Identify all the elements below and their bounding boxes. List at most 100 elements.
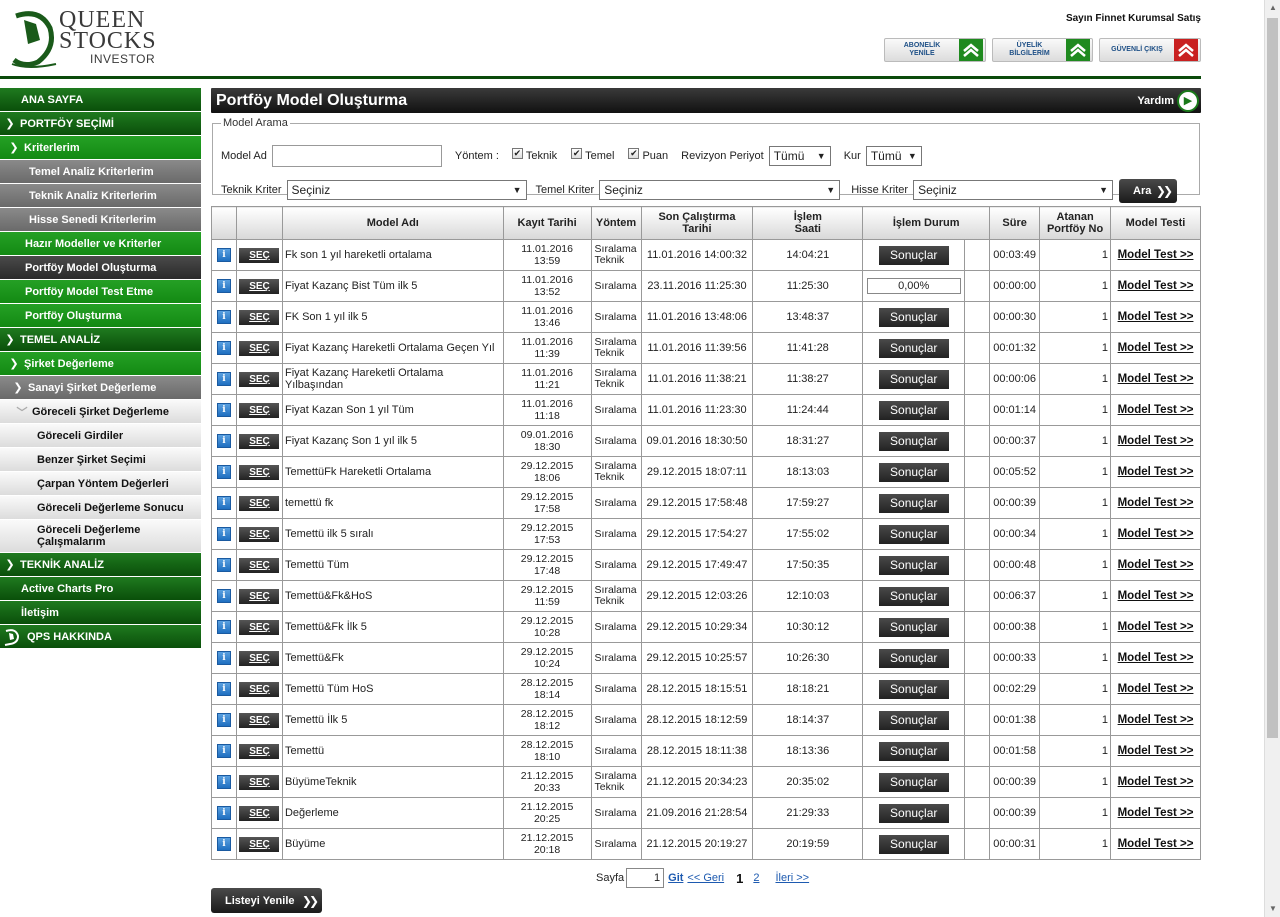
select-button[interactable]: SEÇ xyxy=(239,619,280,635)
sidebar-item-industrial-valuation[interactable]: ❯ Sanayi Şirket Değerleme xyxy=(0,376,201,399)
results-button[interactable]: Sonuçlar xyxy=(878,338,949,358)
model-test-link[interactable]: Model Test >> xyxy=(1118,652,1194,664)
results-button[interactable]: Sonuçlar xyxy=(878,772,949,792)
select-button[interactable]: SEÇ xyxy=(239,836,280,852)
info-icon[interactable]: i xyxy=(216,682,231,696)
membership-info-button[interactable]: ÜYELİK BİLGİLERİM xyxy=(992,38,1093,62)
model-test-link[interactable]: Model Test >> xyxy=(1118,776,1194,788)
model-name-input[interactable] xyxy=(271,145,442,167)
model-test-link[interactable]: Model Test >> xyxy=(1118,249,1194,261)
logo[interactable]: QUEEN STOCKS INVESTOR xyxy=(10,8,170,68)
results-button[interactable]: Sonuçlar xyxy=(878,586,949,606)
col-process-status[interactable]: İşlem Durum xyxy=(862,206,991,240)
results-button[interactable]: Sonuçlar xyxy=(878,400,949,420)
model-test-link[interactable]: Model Test >> xyxy=(1118,528,1194,540)
info-icon[interactable]: i xyxy=(216,372,231,386)
score-checkbox[interactable]: ✔ xyxy=(628,147,640,159)
sidebar-item-multiplier-values[interactable]: Çarpan Yöntem Değerleri xyxy=(0,472,201,495)
results-button[interactable]: Sonuçlar xyxy=(878,710,949,730)
select-button[interactable]: SEÇ xyxy=(239,712,280,728)
info-icon[interactable]: i xyxy=(216,744,231,758)
info-icon[interactable]: i xyxy=(216,775,231,789)
sidebar-item-relative-valuation[interactable]: ﹀ Göreceli Şirket Değerleme xyxy=(0,400,201,423)
sidebar-item-relative-result[interactable]: Göreceli Değerleme Sonucu xyxy=(0,496,201,519)
model-test-link[interactable]: Model Test >> xyxy=(1118,621,1194,633)
col-model-test[interactable]: Model Testi xyxy=(1110,206,1201,240)
previous-page-link[interactable]: << Geri xyxy=(687,872,724,884)
model-test-link[interactable]: Model Test >> xyxy=(1118,683,1194,695)
info-icon[interactable]: i xyxy=(216,279,231,293)
info-icon[interactable]: i xyxy=(216,620,231,634)
select-button[interactable]: SEÇ xyxy=(239,464,280,480)
info-icon[interactable]: i xyxy=(216,651,231,665)
scroll-down-icon[interactable]: ▼ xyxy=(1265,901,1280,917)
sidebar-item-stock-criteria[interactable]: Hisse Senedi Kriterlerim xyxy=(0,208,201,231)
select-button[interactable]: SEÇ xyxy=(239,526,280,542)
sidebar-item-fundamental-analysis[interactable]: ❯ TEMEL ANALİZ xyxy=(0,328,201,351)
model-test-link[interactable]: Model Test >> xyxy=(1118,807,1194,819)
revision-period-select[interactable]: Tümü ▼ xyxy=(768,146,831,166)
go-page-link[interactable]: Git xyxy=(668,872,683,884)
select-button[interactable]: SEÇ xyxy=(239,557,280,573)
sidebar-item-model-test[interactable]: Portföy Model Test Etme xyxy=(0,280,201,303)
sidebar-item-technical-analysis[interactable]: ❯ TEKNİK ANALİZ xyxy=(0,553,201,576)
sidebar-item-similar-company[interactable]: Benzer Şirket Seçimi xyxy=(0,448,201,471)
results-button[interactable]: Sonuçlar xyxy=(878,431,949,451)
secure-logout-button[interactable]: GÜVENLİ ÇIKIŞ xyxy=(1099,38,1201,62)
info-icon[interactable]: i xyxy=(216,806,231,820)
model-test-link[interactable]: Model Test >> xyxy=(1118,280,1194,292)
model-test-link[interactable]: Model Test >> xyxy=(1118,466,1194,478)
sidebar-item-relative-inputs[interactable]: Göreceli Girdiler xyxy=(0,424,201,447)
col-duration[interactable]: Süre xyxy=(989,206,1041,240)
info-icon[interactable]: i xyxy=(216,558,231,572)
results-button[interactable]: Sonuçlar xyxy=(878,524,949,544)
sidebar-item-home[interactable]: ANA SAYFA xyxy=(0,88,201,111)
technical-criteria-select[interactable]: Seçiniz ▼ xyxy=(286,180,527,200)
refresh-list-button[interactable]: Listeyi Yenile ❯❯ xyxy=(211,888,322,913)
info-icon[interactable]: i xyxy=(216,527,231,541)
select-button[interactable]: SEÇ xyxy=(239,371,280,387)
info-icon[interactable]: i xyxy=(216,310,231,324)
results-button[interactable]: Sonuçlar xyxy=(878,648,949,668)
select-button[interactable]: SEÇ xyxy=(239,433,280,449)
model-test-link[interactable]: Model Test >> xyxy=(1118,373,1194,385)
sidebar-item-about[interactable]: QPS HAKKINDA xyxy=(0,625,201,648)
col-process-time[interactable]: İşlem Saati xyxy=(752,206,864,240)
results-button[interactable]: Sonuçlar xyxy=(878,741,949,761)
next-page-link[interactable]: İleri >> xyxy=(775,872,809,884)
info-icon[interactable]: i xyxy=(216,341,231,355)
results-button[interactable]: Sonuçlar xyxy=(878,555,949,575)
model-test-link[interactable]: Model Test >> xyxy=(1118,714,1194,726)
model-test-link[interactable]: Model Test >> xyxy=(1118,497,1194,509)
results-button[interactable]: Sonuçlar xyxy=(878,462,949,482)
results-button[interactable]: Sonuçlar xyxy=(878,369,949,389)
page-2-link[interactable]: 2 xyxy=(753,872,759,884)
results-button[interactable]: Sonuçlar xyxy=(878,245,949,265)
model-test-link[interactable]: Model Test >> xyxy=(1118,435,1194,447)
info-icon[interactable]: i xyxy=(216,589,231,603)
results-button[interactable]: Sonuçlar xyxy=(878,834,949,854)
select-button[interactable]: SEÇ xyxy=(239,743,280,759)
sidebar-item-company-valuation[interactable]: ❯ Şirket Değerleme xyxy=(0,352,201,375)
select-button[interactable]: SEÇ xyxy=(239,495,280,511)
model-test-link[interactable]: Model Test >> xyxy=(1118,590,1194,602)
info-icon[interactable]: i xyxy=(216,403,231,417)
scroll-up-icon[interactable]: ▲ xyxy=(1265,0,1280,16)
sidebar-item-contact[interactable]: İletişim xyxy=(0,601,201,624)
select-button[interactable]: SEÇ xyxy=(239,650,280,666)
fundamental-checkbox[interactable]: ✔ xyxy=(571,147,583,159)
scrollbar-thumb[interactable] xyxy=(1267,18,1278,738)
sidebar-item-ready-models[interactable]: Hazır Modeller ve Kriterler xyxy=(0,232,201,255)
results-button[interactable]: Sonuçlar xyxy=(878,307,949,327)
info-icon[interactable]: i xyxy=(216,837,231,851)
model-test-link[interactable]: Model Test >> xyxy=(1118,311,1194,323)
sidebar-item-model-creation[interactable]: Portföy Model Oluşturma xyxy=(0,256,201,279)
model-test-link[interactable]: Model Test >> xyxy=(1118,342,1194,354)
col-model-name[interactable]: Model Adı xyxy=(281,206,504,240)
select-button[interactable]: SEÇ xyxy=(239,340,280,356)
select-button[interactable]: SEÇ xyxy=(239,278,280,294)
sidebar-item-fundamental-criteria[interactable]: Temel Analiz Kriterlerim xyxy=(0,160,201,183)
col-record-date[interactable]: Kayıt Tarihi xyxy=(502,206,592,240)
sidebar-item-criteria[interactable]: ❯ Kriterlerim xyxy=(0,136,201,159)
results-button[interactable]: Sonuçlar xyxy=(878,493,949,513)
